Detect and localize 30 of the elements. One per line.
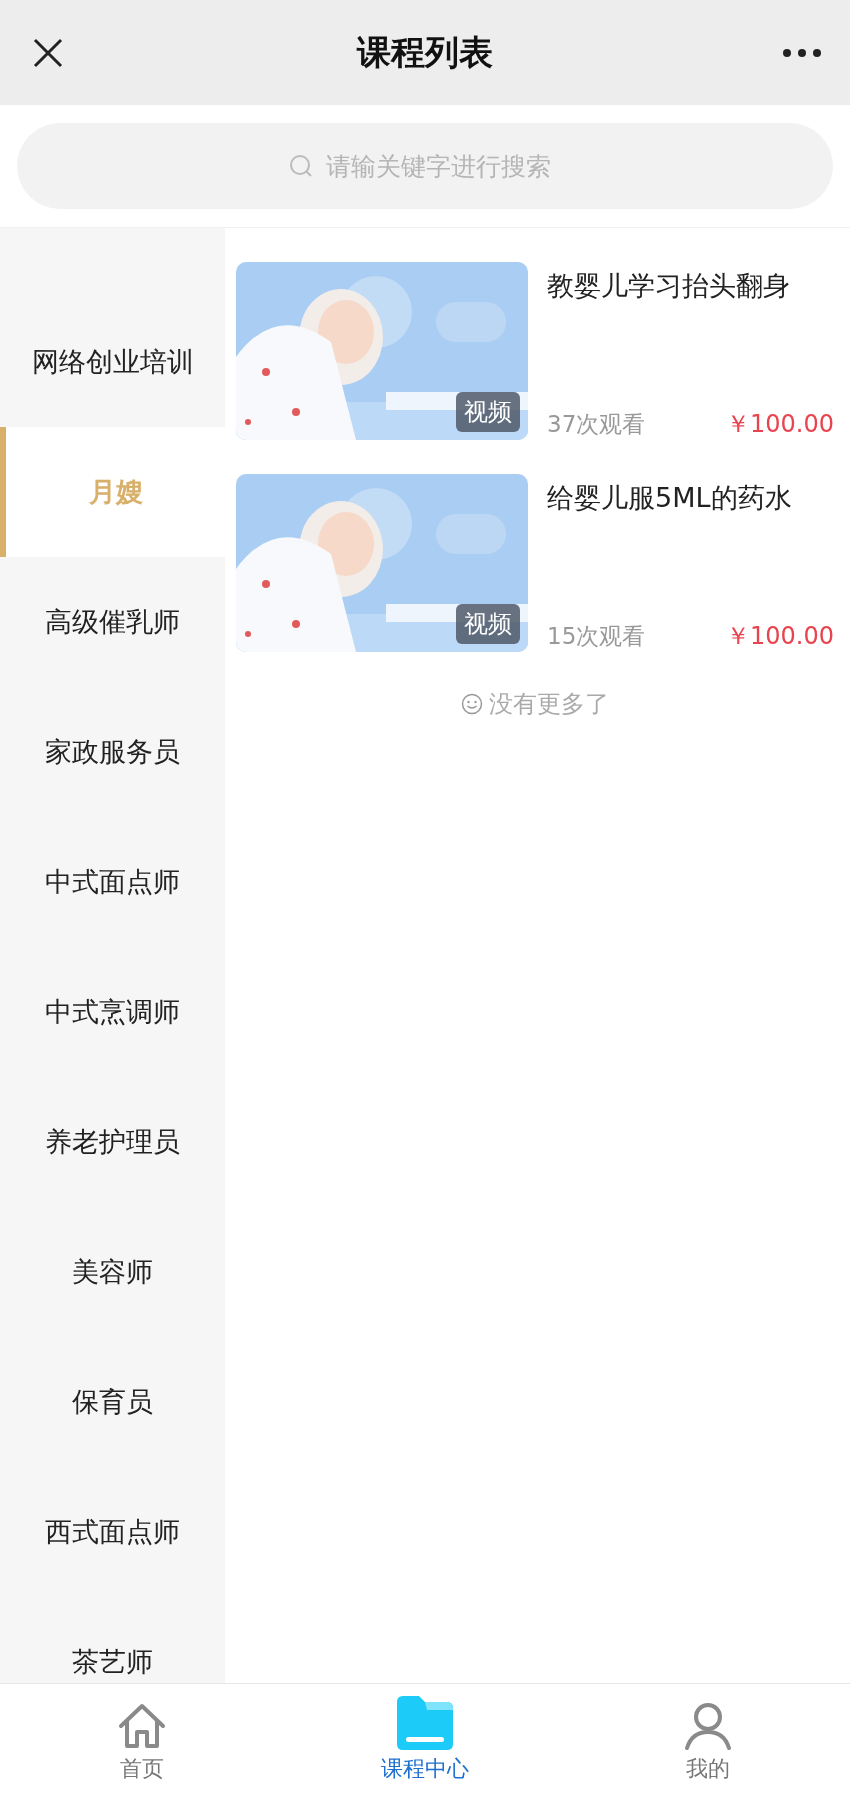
home-icon (116, 1702, 167, 1750)
course-price: ￥100.00 (726, 409, 834, 440)
view-count: 37次观看 (547, 409, 646, 439)
category-item[interactable]: 高级催乳师 (0, 557, 225, 687)
tab-item[interactable]: 首页 (0, 1684, 284, 1794)
tab-item[interactable]: 我的 (566, 1684, 850, 1794)
category-item[interactable]: 中式面点师 (0, 817, 225, 947)
category-item[interactable]: 养老护理员 (0, 1077, 225, 1207)
category-item[interactable]: 家政服务员 (0, 687, 225, 817)
category-item[interactable]: 美容师 (0, 1207, 225, 1337)
category-item[interactable]: 西式面点师 (0, 1467, 225, 1597)
end-of-list-text: 没有更多了 (489, 689, 609, 720)
folder-icon (397, 1696, 453, 1750)
view-count: 15次观看 (547, 621, 646, 651)
tab-item[interactable]: 课程中心 (283, 1684, 567, 1794)
course-title[interactable]: 教婴儿学习抬头翻身 (547, 268, 834, 304)
smiley-icon (461, 693, 483, 715)
category-item[interactable]: 网络创业培训 (0, 297, 225, 427)
category-item[interactable]: 茶艺师 (0, 1597, 225, 1683)
video-badge: 视频 (456, 604, 520, 644)
category-item[interactable]: 中式烹调师 (0, 947, 225, 1077)
more-icon[interactable] (782, 47, 822, 58)
page-title: 课程列表 (357, 30, 493, 74)
course-price: ￥100.00 (726, 621, 834, 652)
search-field[interactable]: 请输关键字进行搜索 (17, 123, 833, 209)
search-icon (289, 154, 313, 178)
course-title[interactable]: 给婴儿服5ML的药水 (547, 480, 834, 516)
category-item[interactable]: 保育员 (0, 1337, 225, 1467)
video-badge: 视频 (456, 392, 520, 432)
person-icon (684, 1702, 733, 1750)
